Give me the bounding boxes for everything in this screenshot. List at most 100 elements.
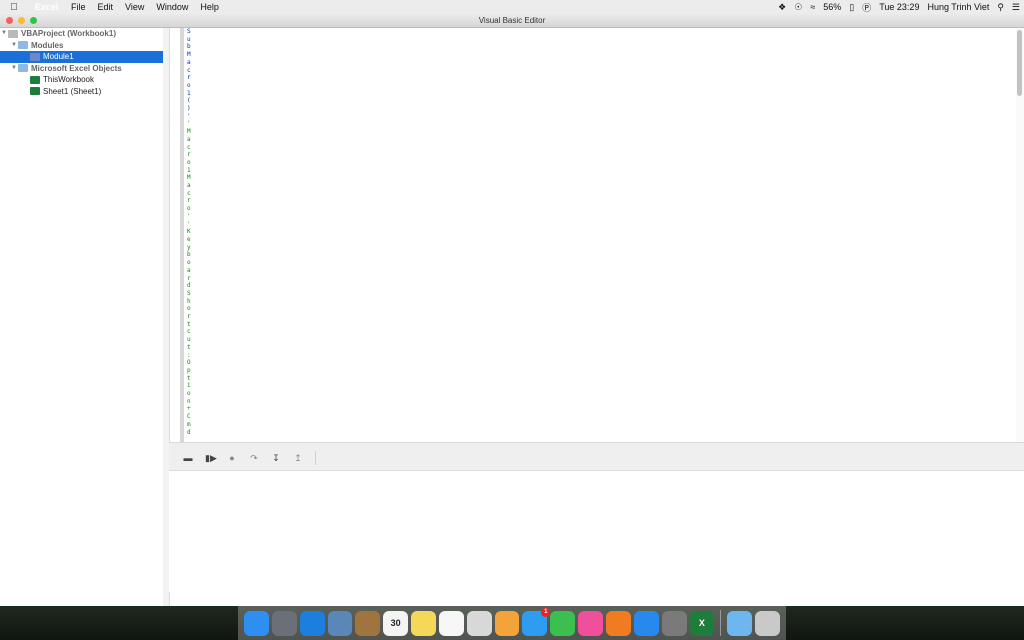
zoom-icon[interactable] — [30, 17, 37, 24]
menu-help[interactable]: Help — [194, 2, 225, 12]
photo-booth-icon[interactable] — [466, 610, 492, 636]
code-comment-char: r — [187, 274, 191, 282]
ibooks-icon[interactable] — [605, 610, 631, 636]
battery-icon[interactable]: ▯ — [845, 2, 858, 13]
reminders-icon[interactable] — [438, 610, 464, 636]
folder-icon — [18, 64, 28, 73]
code-comment-char: c — [187, 189, 191, 197]
notification-center-icon[interactable]: ☰ — [1008, 2, 1024, 13]
trash-icon[interactable] — [755, 610, 781, 636]
app-store-icon[interactable] — [633, 610, 659, 636]
code-comment-char: e — [187, 235, 191, 243]
editor-scrollbar[interactable] — [1016, 28, 1024, 456]
code-editor[interactable]: Su b Ma c r o 1() ' ' Ma c r o 1 Ma c r o ' ' Ke y b o a r d Sh o r… — [180, 28, 1016, 456]
code-comment-char: M — [187, 128, 191, 136]
notes-icon[interactable] — [411, 610, 436, 636]
code-char: u — [187, 35, 191, 43]
menu-view[interactable]: View — [119, 2, 150, 12]
tree-item-thisworkbook[interactable]: ThisWorkbook — [0, 74, 163, 86]
calendar-icon[interactable]: 30 — [383, 610, 409, 636]
step-into-icon[interactable]: ↧ — [271, 453, 281, 464]
tree-item-vbaproject[interactable]: ▼ VBAProject (Workbook1) — [0, 28, 163, 40]
disclosure-triangle-icon[interactable]: ▼ — [10, 63, 18, 75]
toolbar-divider — [315, 451, 316, 465]
excel-sheet-icon — [30, 87, 40, 96]
spotlight-icon[interactable]: ⚲ — [993, 2, 1008, 13]
folder-icon — [18, 41, 28, 50]
excel-icon[interactable]: X — [689, 610, 715, 636]
dock-separator — [720, 610, 722, 636]
code-comment-char: ' — [187, 220, 191, 228]
minimize-icon[interactable] — [18, 17, 25, 24]
notification-badge: 1 — [541, 607, 551, 617]
battery-percent[interactable]: 56% — [819, 2, 845, 12]
launchpad-icon[interactable] — [271, 610, 297, 636]
code-comment-char: t — [187, 374, 191, 382]
disclosure-triangle-icon[interactable]: ▼ — [10, 40, 18, 52]
code-comment-char: o — [187, 158, 191, 166]
finder-icon[interactable] — [244, 610, 269, 636]
wifi-icon[interactable]: ≈ — [806, 2, 819, 12]
itunes-icon[interactable] — [578, 610, 603, 636]
code-char: ( — [187, 97, 191, 105]
code-char: b — [187, 43, 191, 51]
title-bar: Visual Basic Editor — [0, 14, 1024, 28]
window-controls — [6, 17, 37, 24]
apple-menu-icon[interactable]:  — [0, 2, 28, 13]
sync-icon[interactable]: ☉ — [790, 2, 806, 13]
code-comment-char: ' — [187, 212, 191, 220]
code-char: ' — [187, 112, 191, 120]
tree-item-label: Module1 — [43, 52, 74, 61]
menu-file[interactable]: File — [65, 2, 92, 12]
close-icon[interactable] — [6, 17, 13, 24]
excel-sheet-icon — [30, 75, 40, 84]
tree-item-excel-objects[interactable]: ▼ Microsoft Excel Objects — [0, 63, 163, 75]
project-explorer: ▼ VBAProject (Workbook1) ▼ Modules Modul… — [0, 28, 164, 606]
dropbox-icon[interactable]: ❖ — [774, 2, 790, 13]
run-icon[interactable]: ▮▶ — [205, 453, 217, 464]
user-name[interactable]: Hung Trinh Viet — [923, 2, 993, 12]
input-source-icon[interactable]: Ⓟ — [858, 1, 875, 14]
code-comment-char: r — [187, 313, 191, 321]
code-comment-char: p — [187, 366, 191, 374]
code-comment-char: n — [187, 397, 191, 405]
status-area: ❖ ☉ ≈ 56% ▯ Ⓟ Tue 23:29 Hung Trinh Viet … — [774, 0, 1024, 14]
contacts-icon[interactable] — [355, 610, 381, 636]
code-comment-char: o — [187, 205, 191, 213]
tree-item-module1[interactable]: Module1 — [0, 51, 163, 63]
module-icon — [30, 52, 40, 61]
menu-window[interactable]: Window — [150, 2, 194, 12]
safari-icon[interactable] — [299, 610, 325, 636]
facetime-icon[interactable] — [550, 610, 576, 636]
scrollbar-thumb[interactable] — [1017, 30, 1022, 96]
menu-bar:  Excel File Edit View Window Help ❖ ☉ ≈… — [0, 0, 1024, 15]
tree-item-modules[interactable]: ▼ Modules — [0, 40, 163, 52]
downloads-folder-icon[interactable] — [727, 610, 753, 636]
code-comment-char: + — [187, 405, 191, 413]
code-comment-char: t — [187, 343, 191, 351]
step-out-icon[interactable]: ↥ — [293, 453, 303, 464]
immediate-window[interactable] — [169, 471, 1024, 592]
code-char: r — [187, 74, 191, 82]
code-char: o — [187, 81, 191, 89]
dock: 30 1 X — [238, 606, 786, 640]
code-char: c — [187, 66, 191, 74]
code-comment-char: M — [187, 174, 191, 182]
preview-icon[interactable] — [327, 610, 353, 636]
code-comment-char: K — [187, 228, 191, 236]
tree-item-sheet1[interactable]: Sheet1 (Sheet1) — [0, 86, 163, 98]
step-over-icon[interactable]: ↷ — [249, 453, 259, 464]
code-comment-char: a — [187, 182, 191, 190]
code-comment-char: S — [187, 289, 191, 297]
photos-icon[interactable] — [494, 610, 520, 636]
disclosure-triangle-icon[interactable]: ▼ — [0, 28, 8, 40]
code-text[interactable]: Su b Ma c r o 1() ' ' Ma c r o 1 Ma c r o ' ' Ke y b o a r d Sh o r… — [187, 28, 193, 436]
menu-edit[interactable]: Edit — [92, 2, 120, 12]
code-char: M — [187, 51, 191, 59]
system-preferences-icon[interactable] — [661, 610, 687, 636]
clock[interactable]: Tue 23:29 — [875, 2, 923, 12]
stop-icon[interactable]: ▬ — [183, 453, 193, 463]
breakpoint-icon[interactable]: ● — [227, 453, 237, 463]
tree-item-label: VBAProject (Workbook1) — [21, 29, 116, 38]
messages-icon[interactable]: 1 — [522, 607, 551, 636]
